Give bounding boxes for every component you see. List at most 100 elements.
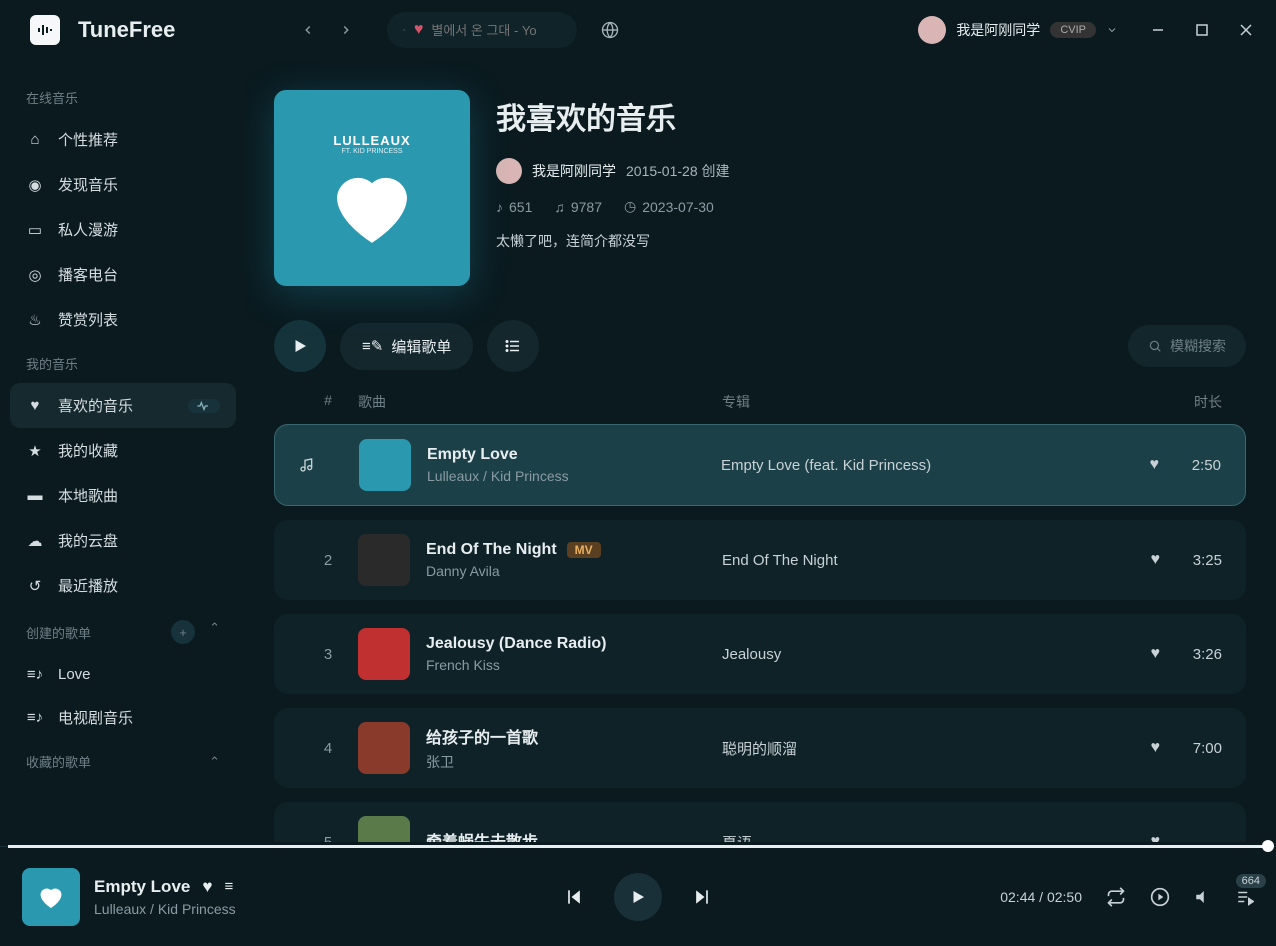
play-pause-button[interactable]	[614, 873, 662, 921]
sidebar-item-roam[interactable]: ▭私人漫游	[10, 207, 236, 252]
maximize-button[interactable]	[1190, 18, 1214, 42]
playlist-icon: ≡♪	[26, 709, 44, 726]
sidebar-playlist-tv[interactable]: ≡♪ 电视剧音乐	[10, 695, 236, 740]
track-row[interactable]: 4给孩子的一首歌张卫聪明的顺溜♥7:00	[274, 708, 1246, 788]
like-track-button[interactable]: ♥	[1151, 739, 1161, 757]
collapse-fav-icon[interactable]: ⌃	[209, 754, 220, 770]
sidebar-item-recommend[interactable]: ⌂个性推荐	[10, 117, 236, 162]
cover-heart-icon	[330, 169, 414, 243]
sidebar-item-local[interactable]: ▬本地歌曲	[10, 473, 236, 518]
edit-label: 编辑歌单	[391, 336, 451, 357]
track-row[interactable]: 5 牵着蜗牛去散步 夏语 ♥	[274, 802, 1246, 842]
playlist-title: 我喜欢的音乐	[496, 94, 1246, 138]
col-duration: 时长	[1142, 392, 1222, 412]
track-thumb	[358, 722, 410, 774]
owner-name[interactable]: 我是阿刚同学	[532, 161, 616, 181]
sidebar-item-label: 发现音乐	[58, 174, 118, 195]
track-number: 2	[298, 552, 358, 569]
next-button[interactable]	[692, 887, 712, 907]
queue-button[interactable]: 664	[1236, 888, 1254, 906]
sidebar-group-fav: 收藏的歌单 ⌃	[10, 740, 236, 781]
track-title: Empty Love	[427, 446, 518, 464]
stat-value: 2023-07-30	[642, 199, 714, 215]
track-album: 夏语	[722, 832, 1142, 843]
sidebar-item-podcast[interactable]: ◎播客电台	[10, 252, 236, 297]
now-playing-cover[interactable]	[22, 868, 80, 926]
queue-icon[interactable]: ≡	[224, 878, 233, 895]
track-duration: 2:50	[1183, 457, 1221, 474]
collapse-created-icon[interactable]: ⌃	[209, 620, 220, 644]
time-display: 02:44 / 02:50	[1000, 889, 1082, 905]
nav-back-button[interactable]	[291, 13, 325, 47]
edit-playlist-button[interactable]: ≡✎编辑歌单	[340, 323, 473, 370]
heart-icon	[38, 886, 64, 908]
mv-badge[interactable]: MV	[567, 542, 601, 558]
player-bar: Empty Love ♥ ≡ Lulleaux / Kid Princess 0…	[0, 846, 1276, 946]
sidebar-item-label: 本地歌曲	[58, 485, 118, 506]
speed-button[interactable]	[1150, 887, 1170, 907]
sidebar-item-liked[interactable]: ♥喜欢的音乐	[10, 383, 236, 428]
like-track-button[interactable]: ♥	[1151, 645, 1161, 663]
track-duration: 3:25	[1184, 552, 1222, 569]
track-artist: Lulleaux / Kid Princess	[427, 468, 569, 484]
track-title: 给孩子的一首歌	[426, 724, 538, 748]
add-playlist-button[interactable]: +	[171, 620, 195, 644]
sidebar-group-online: 在线音乐	[10, 76, 236, 117]
track-thumb	[358, 534, 410, 586]
playlist-cover[interactable]: LULLEAUX FT. KID PRINCESS	[274, 90, 470, 286]
track-artist: French Kiss	[426, 657, 607, 673]
heartbeat-badge[interactable]	[188, 399, 220, 413]
progress-bar[interactable]	[8, 845, 1268, 848]
sidebar-item-label: 最近播放	[58, 575, 118, 596]
user-name[interactable]: 我是阿刚同学	[956, 20, 1040, 40]
queue-count: 664	[1236, 874, 1266, 888]
track-title: 牵着蜗牛去散步	[426, 828, 538, 842]
sidebar-item-recent[interactable]: ↺最近播放	[10, 563, 236, 608]
sidebar-item-label: 我的云盘	[58, 530, 118, 551]
owner-avatar[interactable]	[496, 158, 522, 184]
sidebar-item-donate[interactable]: ♨赞赏列表	[10, 297, 236, 342]
fire-icon: ♨	[26, 311, 44, 329]
fuzzy-search[interactable]: 模糊搜索	[1128, 325, 1246, 367]
track-row[interactable]: Empty LoveLulleaux / Kid PrincessEmpty L…	[274, 424, 1246, 506]
user-menu-chevron[interactable]	[1106, 24, 1118, 36]
track-number: 5	[298, 834, 358, 843]
volume-button[interactable]	[1194, 888, 1212, 906]
user-avatar[interactable]	[918, 16, 946, 44]
sidebar-item-favorites[interactable]: ★我的收藏	[10, 428, 236, 473]
search-input[interactable]	[431, 23, 561, 38]
sidebar-item-cloud[interactable]: ☁ 我的云盘	[10, 518, 236, 563]
podcast-icon: ◎	[26, 266, 44, 284]
repeat-button[interactable]	[1106, 887, 1126, 907]
list-mode-button[interactable]	[487, 320, 539, 372]
playlist-description: 太懒了吧，连简介都没写	[496, 231, 1246, 251]
globe-icon[interactable]	[601, 21, 619, 39]
like-track-button[interactable]: ♥	[1150, 456, 1160, 474]
sidebar-item-label: Love	[58, 666, 91, 683]
sidebar-item-discover[interactable]: ◉ 发现音乐	[10, 162, 236, 207]
now-playing-title: Empty Love	[94, 877, 190, 897]
like-button[interactable]: ♥	[202, 877, 212, 897]
close-button[interactable]	[1234, 18, 1258, 42]
disc-icon: ◉	[26, 176, 44, 194]
sidebar-playlist-love[interactable]: ≡♪ Love	[10, 654, 236, 695]
like-track-button[interactable]: ♥	[1151, 833, 1161, 842]
search-box[interactable]: ♥	[387, 12, 577, 48]
nav-forward-button[interactable]	[329, 13, 363, 47]
cloud-icon: ☁	[26, 532, 44, 550]
sidebar-item-label: 电视剧音乐	[58, 707, 133, 728]
like-track-button[interactable]: ♥	[1151, 551, 1161, 569]
created-date: 2015-01-28 创建	[626, 161, 730, 181]
playlist-icon: ≡♪	[26, 666, 44, 683]
track-number	[299, 457, 359, 473]
time-elapsed: 02:44	[1000, 889, 1035, 905]
track-row[interactable]: 2End Of The NightMVDanny AvilaEnd Of The…	[274, 520, 1246, 600]
titlebar: TuneFree ♥ 我是阿刚同学 CVIP	[0, 0, 1276, 60]
minimize-button[interactable]	[1146, 18, 1170, 42]
track-row[interactable]: 3Jealousy (Dance Radio)French KissJealou…	[274, 614, 1246, 694]
cover-subtitle: FT. KID PRINCESS	[341, 148, 402, 155]
prev-button[interactable]	[564, 887, 584, 907]
search-icon	[1148, 339, 1162, 353]
cover-title: LULLEAUX	[333, 133, 410, 148]
play-all-button[interactable]	[274, 320, 326, 372]
